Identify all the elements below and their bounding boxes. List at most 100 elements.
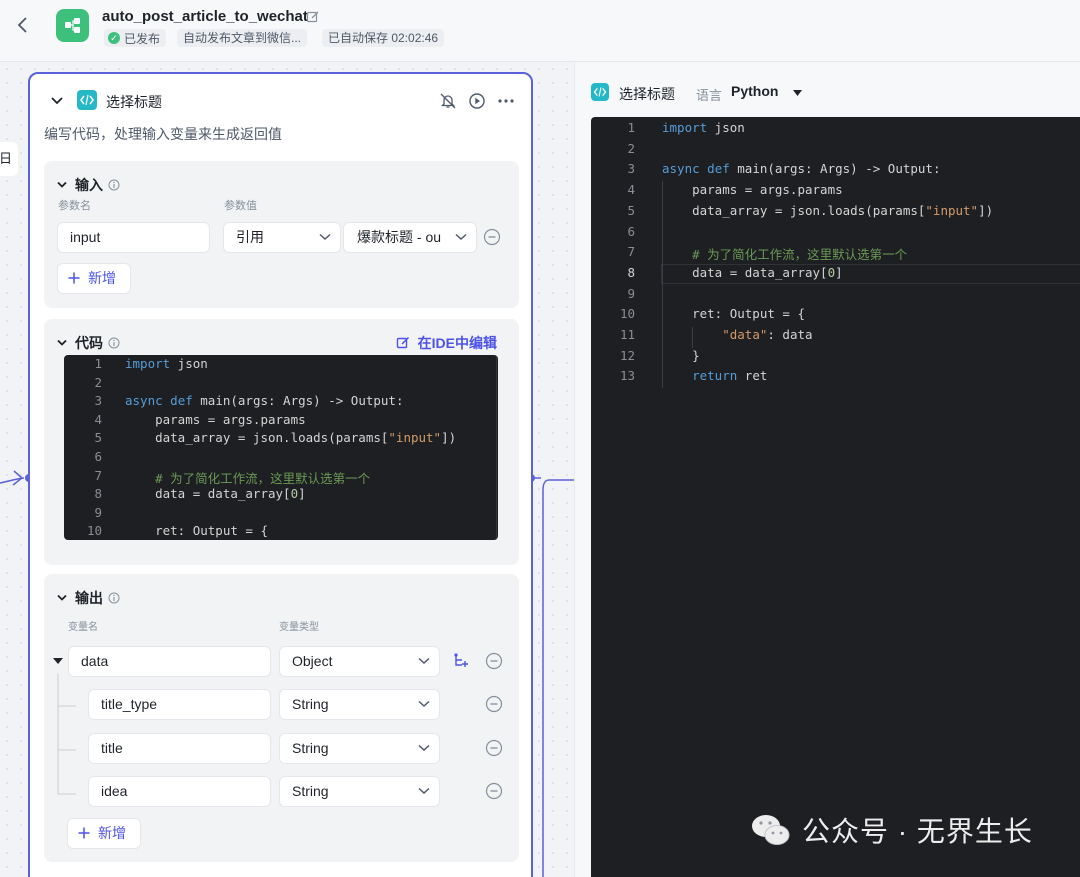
run-icon[interactable]	[468, 92, 486, 110]
chevron-down-icon[interactable]	[56, 337, 68, 349]
code-line: async def main(args: Args) -> Output:	[125, 393, 404, 409]
app-header: auto_post_article_to_wechat ✓ 已发布 自动发布文章…	[0, 0, 1080, 62]
output-var-type-title[interactable]: String	[279, 733, 440, 764]
remove-output-icon[interactable]	[485, 739, 503, 757]
chevron-down-icon	[319, 233, 331, 241]
line-number: 3	[627, 161, 635, 177]
line-number: 2	[627, 140, 635, 156]
add-param-button[interactable]: 新增	[57, 263, 131, 294]
ide-panel: 选择标题 语言 Python 1 import json 2 3 async def m…	[574, 62, 1080, 877]
code-line: data_array = json.loads(params["input"])	[125, 430, 457, 446]
add-child-icon[interactable]	[452, 652, 470, 670]
ide-title: 选择标题	[619, 86, 675, 102]
remove-output-icon[interactable]	[485, 695, 503, 713]
input-header[interactable]: 输入	[56, 175, 120, 195]
indent-guide	[692, 327, 693, 348]
info-icon[interactable]	[108, 337, 120, 349]
info-icon[interactable]	[108, 179, 120, 191]
line-number: 1	[627, 120, 635, 135]
chevron-down-icon[interactable]	[56, 592, 68, 604]
code-line: ret: Output = {	[125, 523, 268, 539]
language-select[interactable]: Python	[731, 83, 778, 99]
code-node-card[interactable]: 选择标题 编写代码，处理输入变量来生成返回值 输入 参数名 参数值 input …	[28, 72, 533, 877]
remove-output-icon[interactable]	[485, 782, 503, 800]
code-preview-editor[interactable]: 1 import json 2 3 async def main(args: Args)…	[64, 355, 498, 540]
collapse-chevron-icon[interactable]	[50, 94, 64, 108]
output-var-name-idea[interactable]: idea	[88, 776, 271, 807]
line-number: 4	[627, 182, 635, 198]
add-param-label: 新增	[88, 270, 116, 286]
code-line: ret: Output = {	[662, 306, 805, 322]
param-name-input[interactable]: input	[57, 222, 210, 253]
output-var-name-title[interactable]: title	[88, 733, 271, 764]
input-section: 输入 参数名 参数值 input 引用 爆款标题 - ou 新增	[44, 161, 519, 308]
back-arrow-icon[interactable]	[14, 14, 32, 36]
line-number: 13	[619, 368, 635, 384]
line-number: 6	[627, 223, 635, 239]
code-line: data = data_array[0]	[125, 486, 306, 502]
tree-lines	[57, 674, 76, 795]
type-value: String	[292, 740, 329, 756]
caret-down-icon[interactable]	[793, 90, 802, 96]
chevron-down-icon	[418, 700, 430, 708]
input-label: 输入	[75, 177, 103, 193]
info-icon[interactable]	[108, 592, 120, 604]
remove-param-icon[interactable]	[483, 228, 501, 246]
indent-guide	[662, 181, 663, 389]
ide-code-editor[interactable]: 1 import json 2 3 async def main(args: Args)…	[591, 117, 1080, 877]
output-var-type-data[interactable]: Object	[279, 646, 440, 677]
published-status: 已发布	[124, 31, 161, 46]
edit-icon[interactable]	[306, 10, 320, 24]
line-number: 6	[94, 449, 102, 464]
outgoing-edge	[531, 477, 575, 877]
line-number: 5	[94, 430, 102, 446]
chevron-down-icon	[418, 787, 430, 795]
editor-scrollbar[interactable]	[496, 355, 497, 540]
output-header[interactable]: 输出	[56, 588, 120, 608]
line-number: 7	[627, 244, 635, 260]
edit-in-ide-label: 在IDE中编辑	[417, 335, 497, 351]
code-line: params = args.params	[125, 411, 306, 427]
ref-type-select[interactable]: 引用	[223, 222, 341, 253]
edit-in-ide-button[interactable]: 在IDE中编辑	[396, 333, 497, 353]
param-name-header: 参数名	[58, 200, 91, 212]
line-number: 8	[94, 486, 102, 502]
line-number: 7	[94, 467, 102, 483]
plus-icon	[68, 272, 80, 284]
chevron-down-icon[interactable]	[56, 179, 68, 191]
node-title: 选择标题	[106, 94, 162, 110]
wechat-icon	[752, 815, 790, 845]
output-label: 输出	[75, 590, 103, 606]
output-var-type-idea[interactable]: String	[279, 776, 440, 807]
line-number: 10	[86, 523, 102, 539]
line-number: 4	[94, 411, 102, 427]
adjacent-node-stub[interactable]: 日	[0, 142, 18, 176]
type-value: String	[292, 783, 329, 799]
remove-output-icon[interactable]	[485, 652, 503, 670]
expand-triangle-icon[interactable]	[52, 656, 64, 666]
code-icon	[591, 83, 609, 101]
output-var-type-title-type[interactable]: String	[279, 689, 440, 720]
code-line: data_array = json.loads(params["input"])	[662, 202, 994, 218]
output-var-name-title-type[interactable]: title_type	[88, 689, 271, 720]
output-var-name-data[interactable]: data	[68, 646, 271, 677]
code-line: async def main(args: Args) -> Output:	[662, 161, 941, 177]
add-output-button[interactable]: 新增	[67, 818, 141, 849]
watermark: 公众号 · 无界生长	[750, 810, 1033, 850]
ref-value-select[interactable]: 爆款标题 - ou	[343, 222, 477, 253]
chevron-down-icon	[418, 657, 430, 665]
chevron-down-icon	[418, 744, 430, 752]
bell-off-icon[interactable]	[439, 92, 457, 110]
autosave-status: 已自动保存 02:02:46	[322, 29, 445, 47]
code-header[interactable]: 代码	[56, 333, 120, 353]
plus-icon	[78, 827, 90, 839]
code-line: params = args.params	[662, 182, 843, 198]
language-label: 语言	[696, 88, 723, 103]
line-number: 9	[94, 504, 102, 520]
more-icon[interactable]	[497, 92, 515, 110]
edit-icon	[396, 336, 409, 349]
workflow-icon	[65, 18, 80, 33]
add-output-label: 新增	[98, 825, 126, 841]
line-number: 11	[619, 327, 635, 342]
code-line: return ret	[692, 368, 768, 384]
